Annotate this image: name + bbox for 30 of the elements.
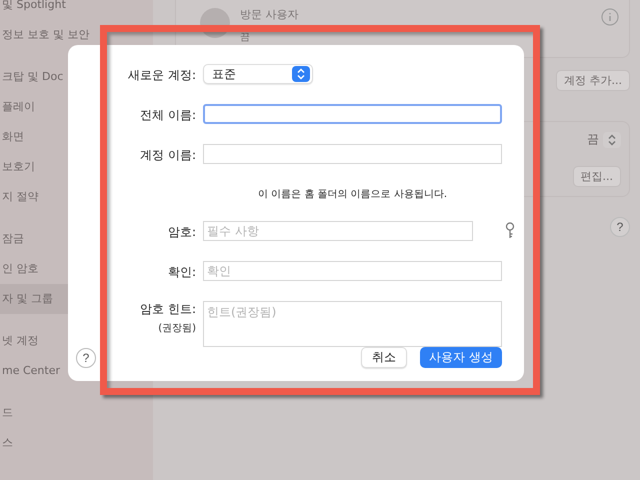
field-label: 계정 이름: bbox=[139, 147, 196, 164]
sidebar-item[interactable]: 드 bbox=[0, 398, 153, 428]
field-note: 이 이름은 홈 폴더의 이름으로 사용됩니다. bbox=[256, 188, 448, 201]
create-user-button[interactable]: 사용자 생성 bbox=[420, 347, 502, 368]
field-label: 전체 이름: bbox=[139, 107, 196, 124]
key-icon[interactable] bbox=[505, 222, 515, 240]
cancel-button[interactable]: 취소 bbox=[361, 347, 408, 368]
account-type-popup[interactable]: 표준 bbox=[203, 64, 313, 84]
info-icon[interactable] bbox=[601, 8, 619, 26]
help-button[interactable]: ? bbox=[76, 348, 96, 368]
sidebar-item[interactable]: 및 Spotlight bbox=[0, 0, 153, 20]
stepper-icon bbox=[603, 132, 621, 148]
field-label: 암호: bbox=[166, 224, 196, 241]
password-field[interactable]: 필수 사항 bbox=[203, 221, 473, 241]
edit-button[interactable]: 편집... bbox=[572, 166, 621, 187]
sidebar-item[interactable]: 스 bbox=[0, 428, 153, 458]
user-name: 방문 사용자 bbox=[240, 8, 300, 22]
stepper-icon bbox=[292, 66, 310, 82]
input-field[interactable] bbox=[203, 104, 502, 124]
input-field[interactable] bbox=[203, 144, 502, 164]
user-status: 끔 bbox=[240, 32, 251, 44]
field-label: 새로운 계정: bbox=[127, 67, 196, 84]
field-sublabel: (권장됨) bbox=[158, 322, 196, 335]
field-label: 암호 힌트: bbox=[140, 301, 196, 318]
help-button[interactable]: ? bbox=[610, 217, 630, 237]
add-account-button[interactable]: 계정 추가... bbox=[556, 70, 630, 91]
setting-value: 끔 bbox=[587, 131, 599, 148]
hint-field[interactable]: 힌트(권장됨) bbox=[203, 301, 502, 347]
input-field[interactable]: 확인 bbox=[203, 261, 502, 281]
field-label: 확인: bbox=[166, 264, 196, 281]
